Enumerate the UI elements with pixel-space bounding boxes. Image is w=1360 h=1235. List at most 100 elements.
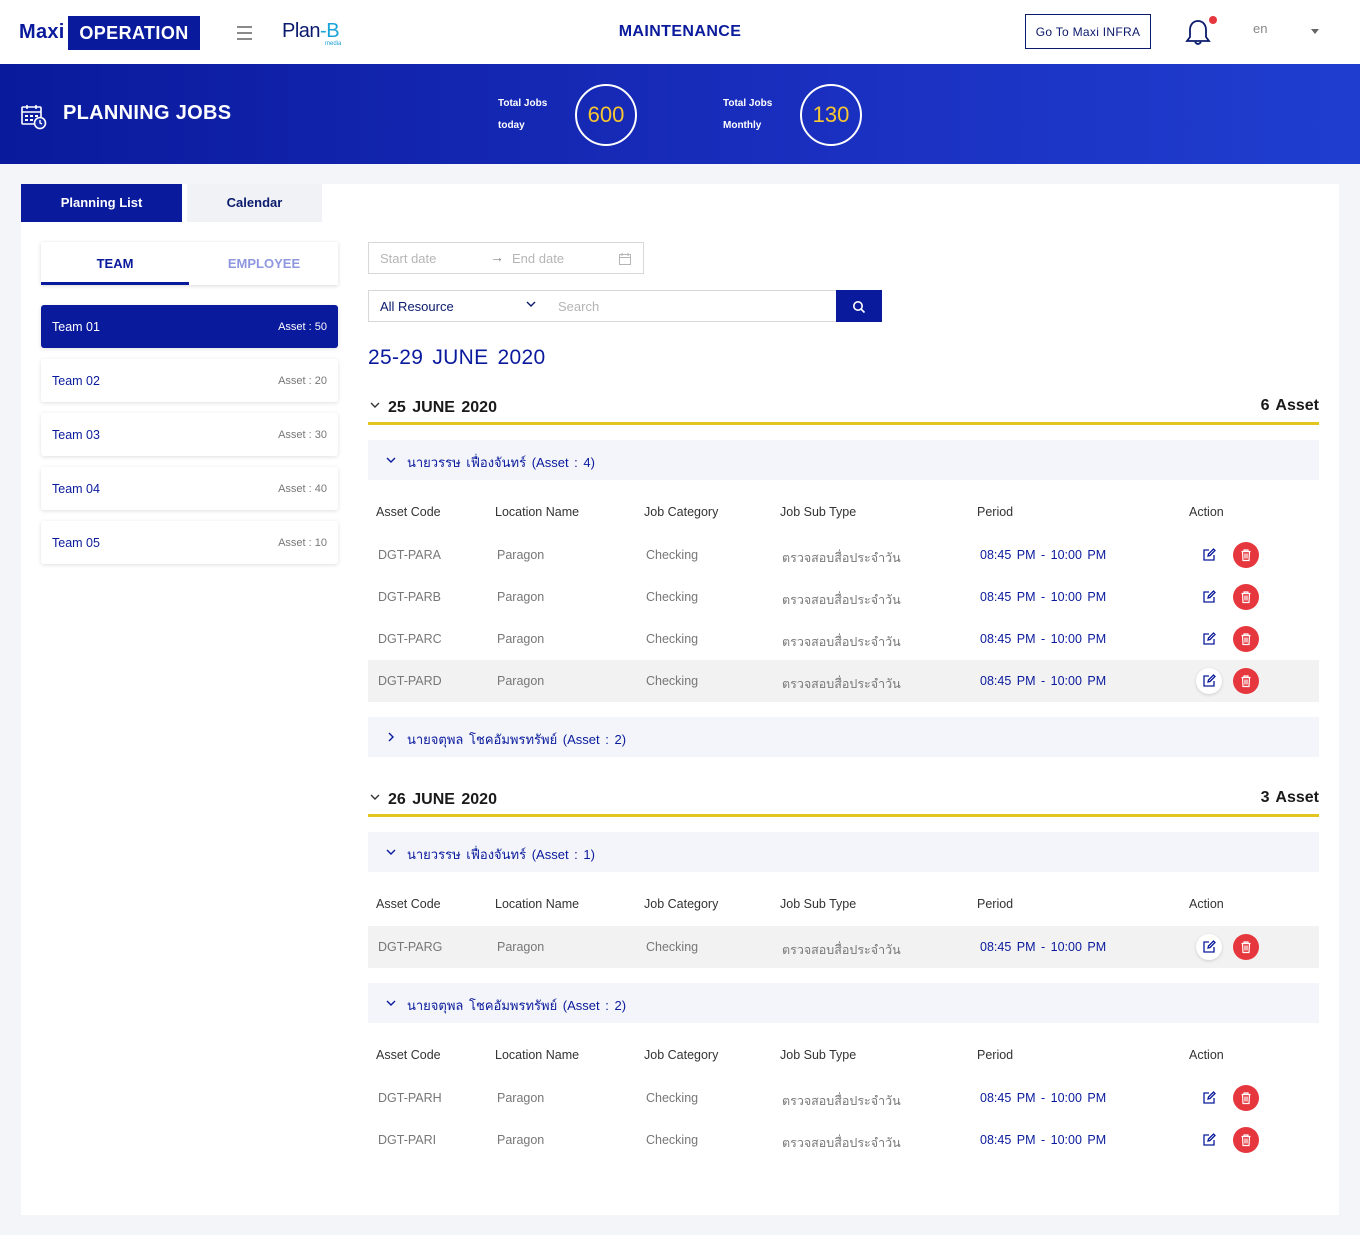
tab-calendar[interactable]: Calendar — [187, 184, 322, 222]
employee-name: นายวรรษ เฟื่องจันทร์ (Asset : 1) — [407, 847, 595, 862]
arrow-right-icon: → — [490, 249, 504, 265]
location-name: Paragon — [497, 1133, 545, 1147]
job-category: Checking — [646, 590, 699, 604]
team-name: Team 03 — [52, 428, 100, 442]
employee-group-header[interactable]: นายจตุพล โชคอัมพรทรัพย์ (Asset : 2) — [368, 717, 1319, 757]
chevron-down-icon — [386, 1000, 396, 1006]
delete-button[interactable] — [1233, 934, 1259, 960]
trash-icon — [1241, 1092, 1251, 1105]
col-job-category: Job Category — [644, 897, 719, 911]
day-asset-count: 3 Asset — [1260, 789, 1319, 806]
start-date-field[interactable]: Start date — [380, 251, 436, 266]
delete-button[interactable] — [1233, 542, 1259, 568]
period: 08:45 PM - 10:00 PM — [980, 590, 1107, 604]
employee-group-header[interactable]: นายวรรษ เฟื่องจันทร์ (Asset : 4) — [368, 440, 1319, 480]
search-icon — [853, 301, 866, 314]
team-card[interactable]: Team 04 Asset : 40 — [41, 467, 338, 510]
job-category: Checking — [646, 548, 699, 562]
col-location-name: Location Name — [495, 505, 580, 519]
employee-name: นายจตุพล โชคอัมพรทรัพย์ (Asset : 2) — [407, 732, 627, 747]
col-location-name: Location Name — [495, 1048, 580, 1062]
job-sub-type: ตรวจสอบสื่อประจำวัน — [782, 1094, 901, 1108]
page-section-title: MAINTENANCE — [618, 23, 742, 40]
col-period: Period — [977, 1048, 1014, 1062]
caret-down-icon[interactable] — [1311, 29, 1319, 34]
planb-logo-sub: media — [325, 41, 342, 47]
employee-name: นายวรรษ เฟื่องจันทร์ (Asset : 4) — [407, 455, 595, 470]
edit-button[interactable] — [1196, 934, 1222, 960]
location-name: Paragon — [497, 590, 545, 604]
team-asset-count: Asset : 30 — [278, 429, 327, 441]
team-card[interactable]: Team 05 Asset : 10 — [41, 521, 338, 564]
planning-banner: PLANNING JOBS Total Jobs today 600 Total … — [0, 64, 1360, 164]
table-row: DGT-PARH Paragon Checking ตรวจสอบสื่อประ… — [368, 1077, 1319, 1119]
calendar-clock-icon — [21, 105, 47, 130]
delete-button[interactable] — [1233, 1085, 1259, 1111]
edit-button[interactable] — [1196, 1127, 1222, 1153]
hamburger-menu-icon[interactable] — [237, 26, 252, 44]
job-category: Checking — [646, 940, 699, 954]
edit-button[interactable] — [1196, 584, 1222, 610]
chevron-down-icon — [526, 301, 536, 307]
job-sub-type: ตรวจสอบสื่อประจำวัน — [782, 551, 901, 565]
location-name: Paragon — [497, 940, 545, 954]
search-button[interactable] — [836, 290, 882, 322]
team-card[interactable]: Team 02 Asset : 20 — [41, 359, 338, 402]
col-asset-code: Asset Code — [376, 505, 441, 519]
employee-group-header[interactable]: นายจตุพล โชคอัมพรทรัพย์ (Asset : 2) — [368, 983, 1319, 1023]
edit-button[interactable] — [1196, 668, 1222, 694]
trash-icon — [1241, 941, 1251, 954]
trash-icon — [1241, 591, 1251, 604]
job-sub-type: ตรวจสอบสื่อประจำวัน — [782, 1136, 901, 1150]
operation-logo: OPERATION — [68, 16, 200, 50]
delete-button[interactable] — [1233, 626, 1259, 652]
col-period: Period — [977, 505, 1014, 519]
edit-button[interactable] — [1196, 1085, 1222, 1111]
team-card[interactable]: Team 01 Asset : 50 — [41, 305, 338, 348]
day-header[interactable]: 25 JUNE 2020 6 Asset — [368, 397, 1319, 425]
col-period: Period — [977, 897, 1014, 911]
language-select[interactable]: en — [1253, 21, 1267, 36]
employee-group-header[interactable]: นายวรรษ เฟื่องจันทร์ (Asset : 1) — [368, 832, 1319, 872]
period: 08:45 PM - 10:00 PM — [980, 674, 1107, 688]
team-asset-count: Asset : 20 — [278, 375, 327, 387]
edit-button[interactable] — [1196, 542, 1222, 568]
end-date-field[interactable]: End date — [512, 251, 564, 266]
search-input[interactable] — [547, 290, 837, 322]
edit-icon — [1203, 674, 1216, 687]
day-header[interactable]: 26 JUNE 2020 3 Asset — [368, 789, 1319, 817]
team-name: Team 02 — [52, 374, 100, 388]
asset-code: DGT-PARB — [378, 590, 441, 604]
tab-planning-list[interactable]: Planning List — [21, 184, 182, 222]
team-card[interactable]: Team 03 Asset : 30 — [41, 413, 338, 456]
table-row: DGT-PARA Paragon Checking ตรวจสอบสื่อประ… — [368, 534, 1319, 576]
period: 08:45 PM - 10:00 PM — [980, 548, 1107, 562]
trash-icon — [1241, 633, 1251, 646]
chevron-down-icon — [370, 794, 380, 800]
resource-select[interactable]: All Resource — [368, 290, 548, 322]
calendar-icon[interactable] — [619, 253, 631, 265]
date-range-picker[interactable]: Start date → End date — [368, 242, 644, 274]
bell-icon[interactable] — [1185, 18, 1211, 46]
stat-monthly-label: Total Jobs Monthly — [723, 98, 773, 131]
job-sub-type: ตรวจสอบสื่อประจำวัน — [782, 635, 901, 649]
top-bar: Maxi OPERATION Plan-B media MAINTENANCE … — [0, 0, 1360, 64]
asset-code: DGT-PARC — [378, 632, 442, 646]
delete-button[interactable] — [1233, 668, 1259, 694]
period: 08:45 PM - 10:00 PM — [980, 940, 1107, 954]
employee-name: นายจตุพล โชคอัมพรทรัพย์ (Asset : 2) — [407, 998, 627, 1013]
edit-icon — [1203, 590, 1216, 603]
tab-team[interactable]: TEAM — [41, 242, 189, 285]
job-sub-type: ตรวจสอบสื่อประจำวัน — [782, 943, 901, 957]
edit-button[interactable] — [1196, 626, 1222, 652]
edit-icon — [1203, 940, 1216, 953]
chevron-right-icon — [388, 732, 394, 742]
notification-badge — [1209, 16, 1217, 24]
date-range-title: 25-29 JUNE 2020 — [368, 346, 546, 369]
delete-button[interactable] — [1233, 584, 1259, 610]
delete-button[interactable] — [1233, 1127, 1259, 1153]
tab-employee[interactable]: EMPLOYEE — [190, 242, 338, 285]
go-to-infra-button[interactable]: Go To Maxi INFRA — [1025, 14, 1151, 49]
location-name: Paragon — [497, 632, 545, 646]
edit-icon — [1203, 632, 1216, 645]
